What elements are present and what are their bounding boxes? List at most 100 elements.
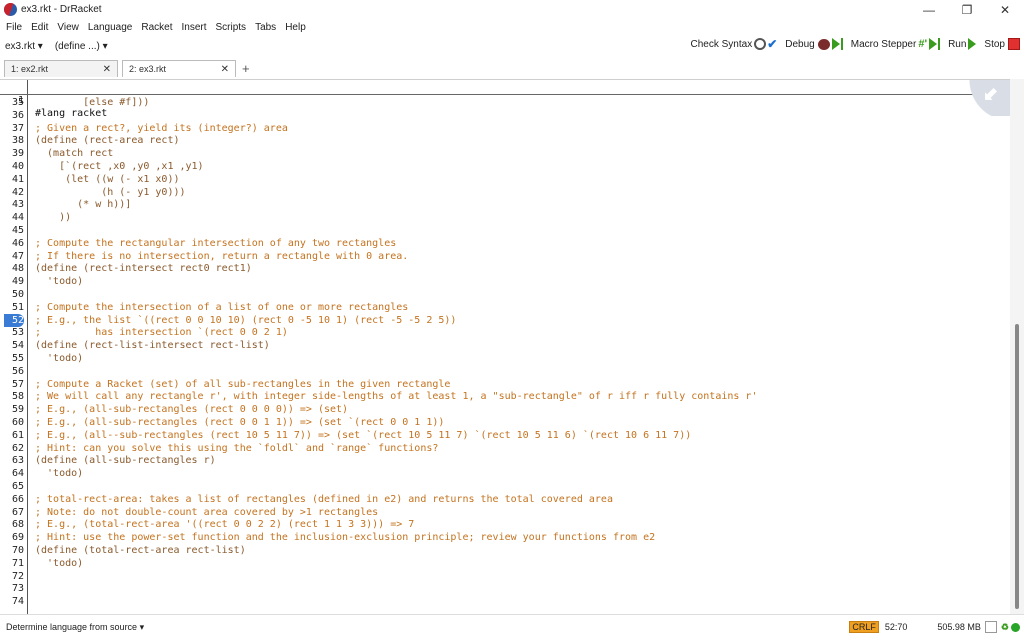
gc-box-icon [984,621,997,633]
code-line: 72 [0,570,1010,583]
code-line: 41 (let ((w (- x1 x0)) [0,173,1010,186]
line-number: 43 [11,199,24,211]
line-number: 63 [11,455,24,467]
close-button[interactable]: ✕ [986,0,1024,19]
vertical-scrollbar[interactable] [1010,79,1024,614]
line-number: 45 [11,225,24,236]
code-line: 36 [0,109,1010,122]
menu-edit[interactable]: Edit [31,22,48,33]
code-line: 40 [`(rect ,x0 ,y0 ,x1 ,y1) [0,160,1010,173]
debug-label: Debug [785,38,815,50]
run-button[interactable]: Run [948,38,977,50]
minimize-button[interactable]: — [910,0,948,19]
code-line: 64 'todo) [0,467,1010,480]
code-line: 37 ; Given a rect?, yield its (integer?) … [0,122,1010,135]
tab-close-icon[interactable]: ✕ [221,64,229,75]
window-title: ex3.rkt - DrRacket [21,4,102,15]
title-bar: ex3.rkt - DrRacket — ❐ ✕ [0,0,1024,19]
line-number: 41 [11,173,24,185]
step-bar-icon [840,38,843,50]
line-number: 74 [11,596,24,608]
step-icon [831,38,840,50]
definitions-editor[interactable]: 1 #lang racket 35 [else #f])) 36 37; Given… [0,79,1010,615]
menu-help[interactable]: Help [285,22,306,33]
eol-indicator[interactable]: CRLF [849,621,879,633]
line-number: 47 [11,250,24,262]
language-selector[interactable]: Determine language from source ▾ [6,622,144,633]
code-line: 63 (define (all-sub-rectangles r) [0,454,1010,467]
line-number: 49 [11,276,24,288]
cursor-position: 52:70 [884,622,908,632]
line-number: 60 [11,417,24,428]
line-number: 61 [11,429,24,441]
maximize-button[interactable]: ❐ [948,0,986,19]
code-text: (define (all-sub-rectangles r) [35,455,216,467]
code-text: ; Compute a Racket (set) of all sub-rect… [35,378,451,390]
code-line: 49 'todo) [0,275,1010,288]
menu-scripts[interactable]: Scripts [216,22,247,33]
code-text: (define (rect-area rect) [35,135,180,147]
code-line: 62 ; Hint: can you solve this using the `… [0,442,1010,455]
line-number: 39 [11,148,24,160]
code-line: 53 ; has intersection `(rect 0 0 2 1) [0,326,1010,339]
code-line: 73 [0,582,1010,595]
code-line: 59 ; E.g., (all-sub-rectangles (rect 0 0 … [0,403,1010,416]
tab-ex3[interactable]: 2: ex3.rkt ✕ [122,60,236,77]
menu-view[interactable]: View [57,22,79,33]
code-line-first: 1 #lang racket [0,81,1010,119]
stop-label: Stop [984,38,1005,50]
code-text: ; E.g., (total-rect-area '((rect 0 0 2 2… [35,519,415,531]
check-syntax-button[interactable]: Check Syntax ✔ [691,37,778,51]
code-text: (h (- y1 y0))) [35,186,186,198]
stop-button[interactable]: Stop [984,38,1020,50]
line-number: 62 [11,442,24,454]
tab-close-icon[interactable]: ✕ [103,64,111,75]
code-text: ; Hint: use the power-set function and t… [35,532,656,544]
tab-ex2[interactable]: 1: ex2.rkt ✕ [4,60,118,77]
tab-label: 2: ex3.rkt [129,64,167,74]
line-number: 35 [11,97,24,108]
code-text: ; E.g., (all--sub-rectangles (rect 10 5 … [35,429,692,441]
code-text: )) [35,212,72,224]
code-line: 47 ; If there is no intersection, return … [0,250,1010,263]
line-number: 66 [11,493,24,505]
code-line: 42 (h (- y1 y0))) [0,186,1010,199]
new-tab-button[interactable]: + [242,60,250,77]
code-text: (define (total-rect-area rect-list) [35,545,246,556]
code-line: 71 'todo) [0,557,1010,570]
line-number: 69 [11,532,24,544]
menu-file[interactable]: File [6,22,22,33]
code-line: 54 (define (rect-list-intersect rect-list… [0,339,1010,352]
debug-button[interactable]: Debug [785,38,843,50]
menu-language[interactable]: Language [88,22,133,33]
menu-racket[interactable]: Racket [141,22,172,33]
memory-usage[interactable]: 505.98 MB [937,622,981,632]
code-text: (let ((w (- x1 x0)) [35,173,180,185]
code-line: 58 ; We will call any rectangle r', with … [0,390,1010,403]
code-line: 66 ; total-rect-area: takes a list of rec… [0,493,1010,506]
window-controls: — ❐ ✕ [910,0,1024,19]
line-number: 59 [11,404,24,416]
code-line: 61 ; E.g., (all--sub-rectangles (rect 10 … [0,429,1010,442]
status-dot-icon [1011,622,1020,632]
file-dropdown[interactable]: ex3.rkt ▾ [5,41,43,52]
code-text: [`(rect ,x0 ,y0 ,x1 ,y1) [35,161,204,172]
code-text: 'todo) [35,468,84,480]
menu-tabs[interactable]: Tabs [255,22,276,33]
macro-stepper-label: Macro Stepper [850,38,917,50]
magnifier-icon [754,38,767,50]
code-text: ; If there is no intersection, return a … [35,250,409,262]
recycle-icon: ♻ [1000,621,1009,632]
line-number: 56 [11,365,24,377]
code-line: 52 ; E.g., the list `((rect 0 0 10 10) (r… [0,313,1010,327]
code-text: ; E.g., (all-sub-rectangles (rect 0 0 0 … [35,404,349,416]
code-text: 'todo) [35,353,84,364]
line-number: 72 [11,570,24,582]
macro-stepper-button[interactable]: Macro Stepper #' [850,38,941,50]
code-text: ; has intersection `(rect 0 0 2 1) [35,327,288,339]
line-number: 38 [11,135,24,147]
menu-insert[interactable]: Insert [181,22,206,33]
scrollbar-thumb[interactable] [1015,324,1019,609]
code-line: 46 ; Compute the rectangular intersection… [0,237,1010,250]
define-dropdown[interactable]: (define ...) ▾ [55,41,108,52]
